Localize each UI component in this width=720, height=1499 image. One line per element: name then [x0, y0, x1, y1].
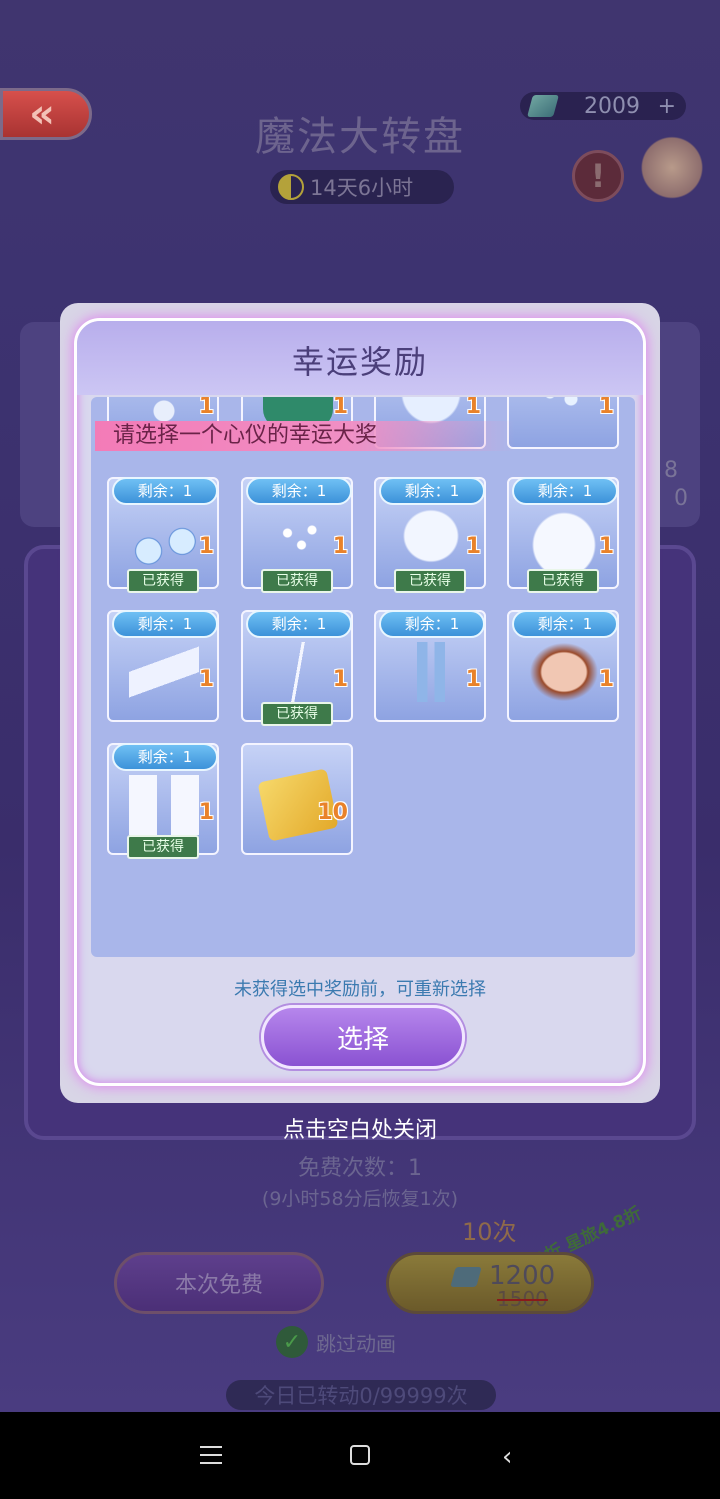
reselect-hint: 未获得选中奖励前，可重新选择 [234, 979, 486, 1000]
item-count: 1 [332, 397, 348, 419]
mascot-avatar[interactable] [636, 128, 708, 200]
info-button[interactable]: ! [572, 150, 624, 202]
item-count: 1 [332, 667, 348, 692]
item-count: 1 [598, 397, 614, 419]
remaining-badge: 剩余：1 [512, 477, 618, 505]
obtained-badge: 已获得 [261, 569, 333, 593]
obtained-badge: 已获得 [127, 569, 199, 593]
diamond-icon [450, 1267, 482, 1287]
free-count: 免费次数：1 [298, 1156, 422, 1181]
ten-spin-button[interactable]: 1200 1500 [386, 1252, 594, 1314]
obtained-badge: 已获得 [127, 835, 199, 859]
reward-item-thin-necklace[interactable]: 剩余：1 1 已获得 [241, 610, 353, 726]
ten-times-label: 10次 [462, 1218, 517, 1246]
snow-globe-earrings-image [129, 509, 199, 569]
item-count: 1 [198, 800, 214, 825]
item-count: 1 [598, 534, 614, 559]
reward-item-white-gloves[interactable]: 剩余：1 1 已获得 [107, 743, 219, 859]
silver-heels-image [129, 642, 199, 702]
system-nav-bar: ‹ [0, 1412, 720, 1499]
obtained-badge: 已获得 [527, 569, 599, 593]
reward-item-snow-globe-earrings[interactable]: 剩余：1 1 已获得 [107, 477, 219, 593]
remaining-badge: 剩余：1 [246, 477, 352, 505]
item-count: 1 [198, 667, 214, 692]
obtained-badge: 已获得 [394, 569, 466, 593]
obtained-badge: 已获得 [261, 702, 333, 726]
item-count: 1 [598, 667, 614, 692]
item-count: 1 [198, 534, 214, 559]
add-gems-button[interactable]: + [658, 94, 676, 119]
reward-grid[interactable]: 请选择一个心仪的幸运大奖 1 1 1 1 剩余：1 1 已获得 剩余：1 1 已获得 剩余：1 1 已获… [91, 397, 635, 957]
today-spin-count: 今日已转动0/99999次 [226, 1380, 496, 1410]
white-gloves-image [129, 775, 199, 835]
event-timer: 14天6小时 [270, 170, 454, 204]
remaining-badge: 剩余：1 [379, 610, 485, 638]
item-count: 1 [465, 397, 481, 419]
checkmark-icon: ✓ [276, 1326, 308, 1358]
lace-top-image [396, 509, 466, 569]
item-count: 1 [198, 397, 214, 419]
remaining-badge: 剩余：1 [112, 743, 218, 771]
item-count: 1 [465, 534, 481, 559]
reward-item-silver-heels[interactable]: 剩余：1 1 [107, 610, 219, 722]
choose-banner: 请选择一个心仪的幸运大奖 [95, 421, 515, 451]
item-count: 1 [332, 534, 348, 559]
price-old: 1500 [497, 1287, 548, 1311]
timer-text: 14天6小时 [310, 176, 414, 200]
gem-count: 2009 [584, 93, 640, 119]
reward-item-white-dress[interactable]: 剩余：1 1 已获得 [507, 477, 619, 593]
menu-icon[interactable] [200, 1446, 222, 1464]
reward-item-lace-top[interactable]: 剩余：1 1 已获得 [374, 477, 486, 593]
home-icon[interactable] [350, 1445, 370, 1465]
reward-item-snowflake-accessory[interactable]: 1 [507, 397, 619, 449]
remaining-badge: 剩余：1 [112, 477, 218, 505]
recover-note: (9小时58分后恢复1次) [261, 1188, 459, 1210]
remaining-badge: 剩余：1 [112, 610, 218, 638]
close-hint[interactable]: 点击空白处关闭 [0, 1112, 720, 1144]
select-button[interactable]: 选择 [261, 1005, 465, 1069]
reward-item-diamond-ticket[interactable]: 10 [241, 743, 353, 855]
item-count: 10 [317, 800, 348, 825]
modal-header: 幸运奖励 [77, 321, 643, 395]
snowflake-accessory-image [529, 397, 599, 429]
reward-item-face-makeup[interactable]: 剩余：1 1 [507, 610, 619, 722]
side-number: 8 [664, 458, 678, 483]
item-count: 1 [465, 667, 481, 692]
modal-title: 幸运奖励 [291, 343, 428, 381]
remaining-badge: 剩余：1 [246, 610, 352, 638]
reward-item-pearl-earrings[interactable]: 剩余：1 1 已获得 [241, 477, 353, 593]
thin-necklace-image [263, 642, 333, 702]
reward-item-blue-stockings[interactable]: 剩余：1 1 [374, 610, 486, 722]
diamond-icon [527, 95, 559, 117]
skip-animation-toggle[interactable]: ✓ 跳过动画 [276, 1326, 396, 1358]
face-makeup-image [529, 642, 599, 702]
exclamation-icon: ! [590, 157, 606, 195]
blue-stockings-image [396, 642, 466, 702]
lucky-reward-modal: 幸运奖励 请选择一个心仪的幸运大奖 1 1 1 1 剩余：1 1 已获得 剩余：1 1 已获得 剩余… [74, 318, 646, 1086]
remaining-badge: 剩余：1 [379, 477, 485, 505]
pearl-earrings-image [263, 509, 333, 569]
remaining-badge: 剩余：1 [512, 610, 618, 638]
clock-icon [278, 174, 304, 200]
back-icon[interactable]: ‹ [502, 1442, 512, 1472]
gem-balance[interactable]: 2009 + [520, 92, 686, 120]
side-number: 0 [674, 486, 688, 511]
white-dress-image [529, 509, 599, 569]
free-spin-button[interactable]: 本次免费 [114, 1252, 324, 1314]
skip-animation-label: 跳过动画 [316, 1331, 396, 1356]
